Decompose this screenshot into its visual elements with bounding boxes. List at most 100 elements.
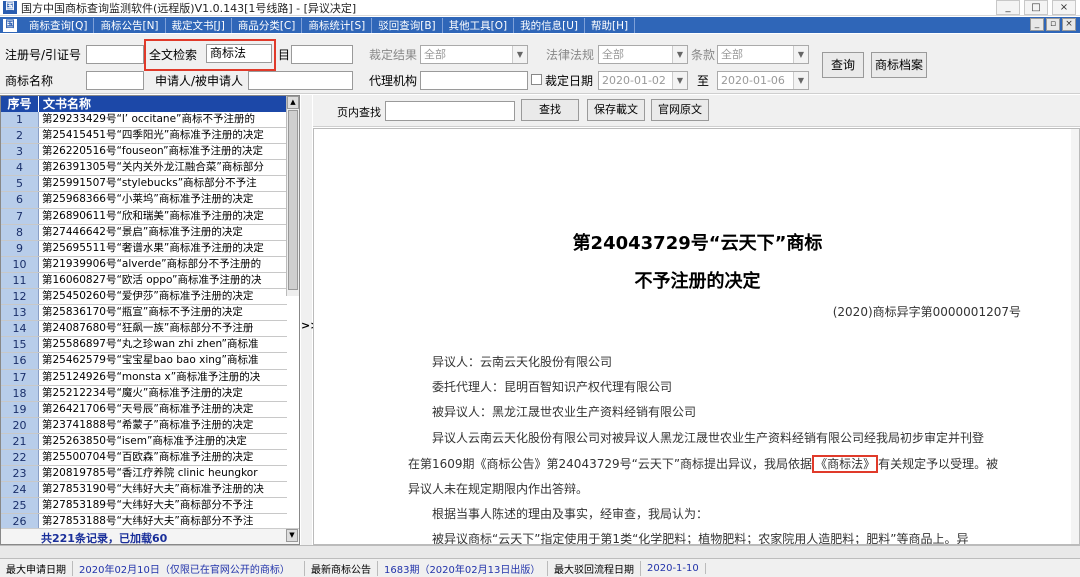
pane-splitter[interactable]: >> [301, 95, 319, 545]
row-ruling-name[interactable]: 第24087680号“狂飙一族”商标部分不予注册 [39, 321, 287, 336]
menu-rulings[interactable]: 裁定文书[J] [166, 17, 232, 33]
mdi-close-button[interactable]: × [1062, 18, 1076, 31]
row-ruling-name[interactable]: 第25415451号“四季阳光”商标准予注册的决定 [39, 128, 287, 143]
row-ruling-name[interactable]: 第26890611号“欣和瑞美”商标准予注册的决定 [39, 209, 287, 224]
law-select[interactable]: 全部 ▼ [598, 45, 688, 64]
archive-button[interactable]: 商标档案 [871, 52, 927, 78]
date-from-picker[interactable]: 2020-01-02 ▼ [598, 71, 688, 90]
row-ruling-name[interactable]: 第25695511号“奢谱水果”商标准予注册的决定 [39, 241, 287, 256]
list-row[interactable]: 12 第25450260号“爱伊莎”商标准予注册的决定 [1, 289, 287, 306]
row-ruling-name[interactable]: 第26220516号“fouseon”商标准予注册的决定 [39, 144, 287, 159]
list-row[interactable]: 7 第26890611号“欣和瑞美”商标准予注册的决定 [1, 208, 287, 225]
list-row[interactable]: 13 第25836170号“瓶宣”商标不予注册的决定 [1, 305, 287, 322]
menu-my-info[interactable]: 我的信息[U] [514, 17, 585, 33]
menu-trademark-query[interactable]: 商标查询[Q] [23, 17, 95, 33]
fulltext-input[interactable]: 商标法 [206, 44, 272, 63]
list-row[interactable]: 2 第25415451号“四季阳光”商标准予注册的决定 [1, 128, 287, 145]
list-row[interactable]: 8 第27446642号“景启”商标准予注册的决定 [1, 224, 287, 241]
row-ruling-name[interactable]: 第27853189号“大纬好大夫”商标部分不予注 [39, 498, 287, 513]
row-ruling-name[interactable]: 第25212234号“魔火”商标准予注册的决定 [39, 386, 287, 401]
list-row[interactable]: 24 第27853190号“大纬好大夫”商标准予注册的决 [1, 482, 287, 499]
scroll-down-icon[interactable]: ▼ [286, 529, 298, 542]
row-ruling-name[interactable]: 第20819785号“香江疗养院 clinic heungkor [39, 466, 287, 481]
list-row[interactable]: 18 第25212234号“魔火”商标准予注册的决定 [1, 385, 287, 402]
row-ruling-name[interactable]: 第27446642号“景启”商标准予注册的决定 [39, 225, 287, 240]
agency-input[interactable] [420, 71, 528, 90]
applicant-input[interactable] [248, 71, 353, 90]
row-number: 8 [1, 224, 39, 240]
list-row[interactable]: 25 第27853189号“大纬好大夫”商标部分不予注 [1, 498, 287, 515]
row-ruling-name[interactable]: 第26391305号“关内关外龙江融合菜”商标部分 [39, 160, 287, 175]
list-row[interactable]: 17 第25124926号“monsta x”商标准予注册的决 [1, 369, 287, 386]
list-row[interactable]: 10 第21939906号“alverde”商标部分不予注册的 [1, 256, 287, 273]
row-ruling-name[interactable]: 第25586897号“丸之珍wan zhi zhen”商标准 [39, 337, 287, 352]
status-bar: 最大申请日期 2020年02月10日（仅限已在官网公开的商标） 最新商标公告 1… [0, 558, 1080, 577]
list-scrollbar[interactable]: ▲ [286, 96, 299, 296]
row-ruling-name[interactable]: 第25836170号“瓶宣”商标不予注册的决定 [39, 305, 287, 320]
reg-no-input[interactable] [86, 45, 144, 64]
col-no-header[interactable]: 序号 [1, 96, 39, 112]
col-name-header[interactable]: 文书名称 [39, 96, 91, 112]
list-row[interactable]: 11 第16060827号“欧活 oppo”商标准予注册的决 [1, 272, 287, 290]
row-ruling-name[interactable]: 第26421706号“天号辰”商标准予注册的决定 [39, 402, 287, 417]
row-ruling-name[interactable]: 第25991507号“stylebucks”商标部分不予注 [39, 176, 287, 191]
row-ruling-name[interactable]: 第25263850号“isem”商标准予注册的决定 [39, 434, 287, 449]
row-ruling-name[interactable]: 第25462579号“宝宝星bao bao xing”商标准 [39, 353, 287, 368]
list-row[interactable]: 14 第24087680号“狂飙一族”商标部分不予注册 [1, 321, 287, 338]
list-rows: 1 第29233429号“l’ occitane”商标不予注册的 2 第2541545… [1, 112, 287, 531]
list-row[interactable]: 1 第29233429号“l’ occitane”商标不予注册的 [1, 112, 287, 129]
row-ruling-name[interactable]: 第29233429号“l’ occitane”商标不予注册的 [39, 112, 287, 127]
find-button[interactable]: 查找 [521, 99, 579, 121]
doc-title-line1: 第24043729号“云天下”商标 [572, 233, 823, 254]
date-to-picker[interactable]: 2020-01-06 ▼ [717, 71, 809, 90]
list-row[interactable]: 4 第26391305号“关内关外龙江融合菜”商标部分 [1, 160, 287, 177]
row-ruling-name[interactable]: 第27853190号“大纬好大夫”商标准予注册的决 [39, 482, 287, 497]
mdi-restore-button[interactable]: ▫ [1046, 18, 1060, 31]
row-ruling-name[interactable]: 第25968366号“小莱坞”商标准予注册的决定 [39, 192, 287, 207]
menu-help[interactable]: 帮助[H] [585, 17, 636, 33]
row-ruling-name[interactable]: 第21939906号“alverde”商标部分不予注册的 [39, 257, 287, 272]
document-toolbar: 页内查找 查找 保存載文 官网原文 [313, 95, 1080, 127]
row-ruling-name[interactable]: 第23741888号“希蒙子”商标准予注册的决定 [39, 418, 287, 433]
row-ruling-name[interactable]: 第25450260号“爱伊莎”商标准予注册的决定 [39, 289, 287, 304]
query-button[interactable]: 查询 [822, 52, 864, 78]
row-number: 6 [1, 192, 39, 208]
clause-select[interactable]: 全部 ▼ [717, 45, 809, 64]
list-row[interactable]: 3 第26220516号“fouseon”商标准予注册的决定 [1, 144, 287, 161]
row-ruling-name[interactable]: 第25500704号“百欧森”商标准予注册的决定 [39, 450, 287, 465]
mark-name-input[interactable] [86, 71, 144, 90]
menu-trademark-notice[interactable]: 商标公告[N] [94, 17, 166, 33]
row-ruling-name[interactable]: 第25124926号“monsta x”商标准予注册的决 [39, 370, 287, 385]
list-row[interactable]: 23 第20819785号“香江疗养院 clinic heungkor [1, 466, 287, 483]
list-row[interactable]: 9 第25695511号“奢谱水果”商标准予注册的决定 [1, 240, 287, 257]
menu-goods-classes[interactable]: 商品分类[C] [232, 17, 303, 33]
ruling-result-select[interactable]: 全部 ▼ [420, 45, 528, 64]
menu-rejection-query[interactable]: 驳回查询[B] [372, 17, 443, 33]
list-row[interactable]: 22 第25500704号“百欧森”商标准予注册的决定 [1, 449, 287, 467]
scroll-up-icon[interactable]: ▲ [287, 96, 299, 109]
save-text-button[interactable]: 保存載文 [587, 99, 645, 121]
scroll-thumb[interactable] [288, 110, 298, 290]
list-row[interactable]: 5 第25991507号“stylebucks”商标部分不予注 [1, 176, 287, 193]
list-row[interactable]: 6 第25968366号“小莱坞”商标准予注册的决定 [1, 192, 287, 209]
ruling-date-checkbox[interactable] [531, 74, 542, 85]
minimize-button[interactable]: _ [996, 0, 1020, 15]
list-row[interactable]: 15 第25586897号“丸之珍wan zhi zhen”商标准 [1, 337, 287, 354]
official-text-button[interactable]: 官网原文 [651, 99, 709, 121]
to-label: 至 [697, 74, 710, 88]
maximize-button[interactable]: □ [1024, 0, 1048, 15]
document-scrollbar[interactable] [1071, 129, 1079, 544]
menu-statistics[interactable]: 商标统计[S] [302, 17, 373, 33]
page-find-input[interactable] [385, 101, 515, 121]
row-ruling-name[interactable]: 第16060827号“欧活 oppo”商标准予注册的决 [39, 273, 287, 288]
list-row[interactable]: 19 第26421706号“天号辰”商标准予注册的决定 [1, 401, 287, 418]
date-suffix-input[interactable] [291, 45, 353, 64]
page-find-label: 页内查找 [337, 106, 381, 119]
close-button[interactable]: × [1052, 0, 1076, 15]
menu-other-tools[interactable]: 其他工具[O] [443, 17, 515, 33]
list-row[interactable]: 21 第25263850号“isem”商标准予注册的决定 [1, 433, 287, 450]
list-row[interactable]: 20 第23741888号“希蒙子”商标准予注册的决定 [1, 417, 287, 434]
list-row[interactable]: 16 第25462579号“宝宝星bao bao xing”商标准 [1, 353, 287, 370]
horizontal-scrollbar[interactable] [0, 545, 1080, 558]
mdi-minimize-button[interactable]: _ [1030, 18, 1044, 31]
